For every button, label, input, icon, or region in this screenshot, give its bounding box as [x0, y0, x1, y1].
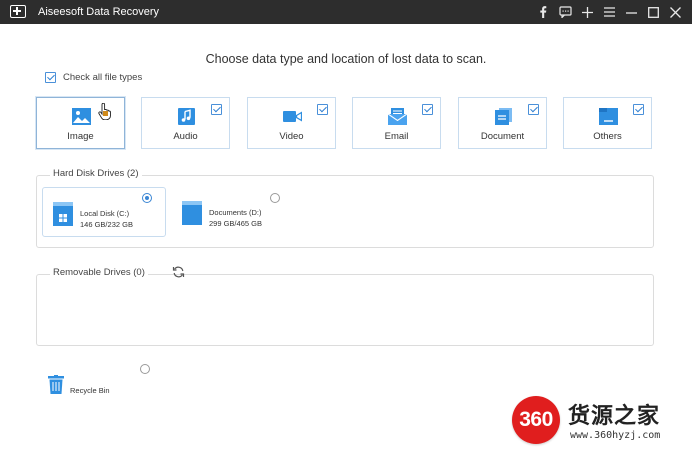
check-all-label: Check all file types [63, 72, 143, 83]
recycle-bin-icon[interactable] [48, 375, 64, 394]
check-all-checkbox[interactable] [45, 72, 56, 83]
drive-size: 299 GB/465 GB [209, 219, 262, 228]
check-all-file-types[interactable]: Check all file types [45, 72, 142, 83]
file-type-grid: Image Audio Video Email Document Others [36, 97, 652, 149]
app-logo-icon [10, 5, 26, 18]
facebook-icon[interactable] [532, 3, 554, 21]
maximize-icon[interactable] [642, 3, 664, 21]
email-checkbox[interactable] [422, 104, 433, 115]
page-heading: Choose data type and location of lost da… [205, 52, 487, 66]
document-icon [495, 108, 512, 125]
chat-icon[interactable] [554, 3, 576, 21]
file-type-audio[interactable]: Audio [141, 97, 230, 149]
file-type-label: Video [279, 131, 304, 142]
removable-drives-label: Removable Drives (0) [50, 267, 148, 278]
file-type-video[interactable]: Video [247, 97, 336, 149]
file-type-label: Document [480, 131, 525, 142]
recycle-bin-label: Recycle Bin [70, 386, 110, 395]
video-camera-icon [283, 111, 302, 122]
image-icon [72, 108, 91, 125]
title-bar: Aiseesoft Data Recovery [0, 0, 692, 24]
watermark-brand: 货源之家 [568, 404, 661, 429]
drive-icon [182, 201, 202, 225]
others-checkbox[interactable] [633, 104, 644, 115]
file-type-document[interactable]: Document [458, 97, 547, 149]
drive-name: Local Disk (C:) [80, 209, 130, 218]
others-folder-icon [599, 108, 618, 125]
document-checkbox[interactable] [528, 104, 539, 115]
removable-drives-panel [36, 274, 654, 346]
email-icon [388, 108, 407, 125]
refresh-icon[interactable] [172, 266, 185, 278]
app-title: Aiseesoft Data Recovery [38, 6, 160, 18]
file-type-others[interactable]: Others [563, 97, 652, 149]
file-type-email[interactable]: Email [352, 97, 441, 149]
plus-icon[interactable] [576, 3, 598, 21]
recycle-bin-radio[interactable] [140, 364, 150, 374]
drive-documents-d[interactable]: Documents (D:) 299 GB/465 GB [172, 187, 296, 237]
file-type-label: Email [384, 131, 409, 142]
drive-c-radio[interactable] [142, 193, 152, 203]
video-checkbox[interactable] [317, 104, 328, 115]
drive-size: 146 GB/232 GB [80, 220, 133, 229]
watermark-url: www.360hyzj.com [570, 430, 661, 441]
window-controls [532, 3, 686, 21]
minimize-icon[interactable] [620, 3, 642, 21]
drive-local-disk-c[interactable]: Local Disk (C:) 146 GB/232 GB [42, 187, 166, 237]
file-type-label: Image [67, 131, 94, 142]
file-type-label: Audio [173, 131, 198, 142]
drive-d-radio[interactable] [270, 193, 280, 203]
watermark-logo: 360 [512, 396, 560, 444]
music-icon [178, 108, 195, 125]
windows-drive-icon [53, 202, 73, 226]
audio-checkbox[interactable] [211, 104, 222, 115]
close-icon[interactable] [664, 3, 686, 21]
watermark-number: 360 [519, 408, 553, 431]
hard-disk-drives-label: Hard Disk Drives (2) [50, 168, 142, 179]
file-type-label: Others [593, 131, 622, 142]
drive-name: Documents (D:) [209, 208, 262, 217]
hand-cursor-icon [98, 103, 111, 120]
file-type-image[interactable]: Image [36, 97, 125, 149]
menu-icon[interactable] [598, 3, 620, 21]
